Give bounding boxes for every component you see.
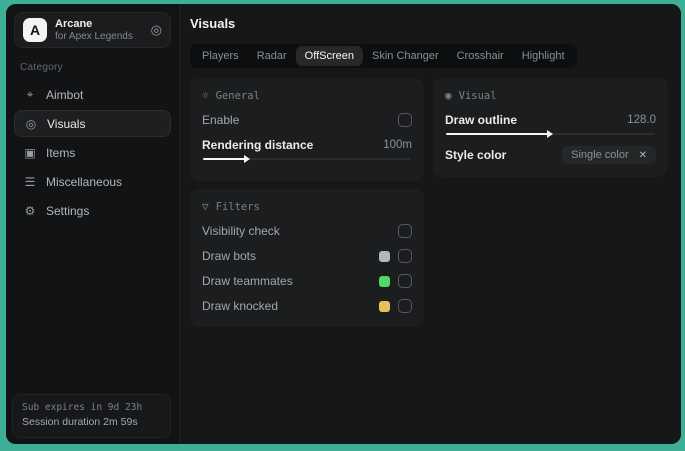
main-content: Visuals Players Radar OffScreen Skin Cha… <box>180 4 681 444</box>
draw-outline-value: 128.0 <box>627 114 656 126</box>
draw-outline-row: Draw outline 128.0 <box>445 112 656 128</box>
visibility-check-row: Visibility check <box>202 223 412 239</box>
rendering-distance-slider[interactable] <box>203 154 411 163</box>
session-duration-text: Session duration 2m 59s <box>22 416 138 429</box>
crosshair-icon: ⌖ <box>26 87 34 101</box>
draw-bots-label: Draw bots <box>202 249 257 263</box>
app-logo: A <box>23 18 47 42</box>
draw-bots-color-swatch[interactable] <box>379 250 390 262</box>
visibility-check-label: Visibility check <box>202 224 280 238</box>
sidebar-item-label: Miscellaneous <box>46 174 123 189</box>
slider-fill <box>446 129 554 138</box>
rendering-distance-label: Rendering distance <box>202 138 314 152</box>
draw-knocked-color-swatch[interactable] <box>379 300 390 312</box>
rendering-distance-row: Rendering distance 100m <box>202 137 412 153</box>
sidebar-item-items[interactable]: ▣ Items <box>14 139 171 166</box>
draw-knocked-checkbox[interactable] <box>398 299 412 313</box>
sidebar: A Arcane for Apex Legends ◎ Category ⌖ A… <box>6 4 180 444</box>
draw-outline-slider[interactable] <box>446 129 655 138</box>
draw-teammates-checkbox[interactable] <box>398 274 412 288</box>
page-title: Visuals <box>190 16 236 31</box>
tab-offscreen[interactable]: OffScreen <box>295 46 363 66</box>
tab-bar: Players Radar OffScreen Skin Changer Cro… <box>190 44 577 68</box>
slider-fill <box>203 154 250 163</box>
style-color-select[interactable]: Single color ✕ <box>562 146 656 164</box>
gear-icon: ⚙ <box>24 203 36 218</box>
draw-outline-label: Draw outline <box>445 113 518 127</box>
draw-teammates-label: Draw teammates <box>202 274 293 288</box>
app-window: A Arcane for Apex Legends ◎ Category ⌖ A… <box>6 4 681 444</box>
enable-label: Enable <box>202 113 240 127</box>
visual-panel-header: ◉ Visual <box>445 89 656 102</box>
draw-knocked-row: Draw knocked <box>202 298 412 314</box>
enable-checkbox[interactable] <box>398 113 412 127</box>
sidebar-item-label: Items <box>46 145 76 160</box>
tab-skin-changer[interactable]: Skin Changer <box>363 46 448 66</box>
category-label: Category <box>20 62 63 73</box>
tab-highlight[interactable]: Highlight <box>513 46 574 66</box>
sidebar-item-miscellaneous[interactable]: ☰ Miscellaneous <box>14 168 171 195</box>
sidebar-item-aimbot[interactable]: ⌖ Aimbot <box>14 81 171 108</box>
list-icon: ☰ <box>24 174 36 189</box>
sub-expires-text: Sub expires in 9d 23h <box>22 402 143 413</box>
general-panel: ☼ General Enable Rendering distance 100m <box>190 78 424 181</box>
sidebar-item-settings[interactable]: ⚙ Settings <box>14 197 171 224</box>
sidebar-item-label: Visuals <box>47 116 86 131</box>
general-panel-header: ☼ General <box>202 89 412 102</box>
sidebar-item-label: Settings <box>46 203 90 218</box>
filters-panel-header: ▽ Filters <box>202 200 412 213</box>
visual-panel: ◉ Visual Draw outline 128.0 Style color … <box>433 78 668 177</box>
cube-icon: ▣ <box>24 145 36 160</box>
funnel-icon: ▽ <box>202 200 209 213</box>
enable-row: Enable <box>202 112 412 128</box>
app-name: Arcane <box>55 17 93 30</box>
sun-icon: ☼ <box>202 89 209 102</box>
sidebar-item-visuals[interactable]: ◎ Visuals <box>14 110 171 137</box>
general-panel-title: General <box>215 89 260 102</box>
draw-teammates-row: Draw teammates <box>202 273 412 289</box>
close-icon[interactable]: ✕ <box>639 150 647 161</box>
rendering-distance-value: 100m <box>383 139 412 151</box>
tab-players[interactable]: Players <box>193 46 248 66</box>
subscription-info-card: Sub expires in 9d 23h Session duration 2… <box>12 394 171 438</box>
style-color-row: Style color Single color ✕ <box>445 146 656 164</box>
style-color-value: Single color <box>571 149 629 161</box>
target-icon[interactable]: ◎ <box>151 22 162 38</box>
draw-bots-row: Draw bots <box>202 248 412 264</box>
draw-knocked-label: Draw knocked <box>202 299 279 313</box>
app-header-card: A Arcane for Apex Legends ◎ <box>14 12 171 48</box>
app-meta: Arcane for Apex Legends <box>55 18 143 42</box>
sidebar-item-label: Aimbot <box>46 87 84 102</box>
tab-radar[interactable]: Radar <box>248 46 296 66</box>
draw-bots-checkbox[interactable] <box>398 249 412 263</box>
tab-crosshair[interactable]: Crosshair <box>448 46 513 66</box>
visual-panel-title: Visual <box>458 89 497 102</box>
eye-scan-icon: ◎ <box>25 116 37 131</box>
eye-icon: ◉ <box>445 89 452 102</box>
style-color-label: Style color <box>445 148 507 162</box>
app-subtitle: for Apex Legends <box>55 30 133 42</box>
visibility-check-checkbox[interactable] <box>398 224 412 238</box>
draw-teammates-color-swatch[interactable] <box>379 275 390 287</box>
filters-panel-title: Filters <box>215 200 260 213</box>
filters-panel: ▽ Filters Visibility check Draw bots Dra… <box>190 189 424 327</box>
